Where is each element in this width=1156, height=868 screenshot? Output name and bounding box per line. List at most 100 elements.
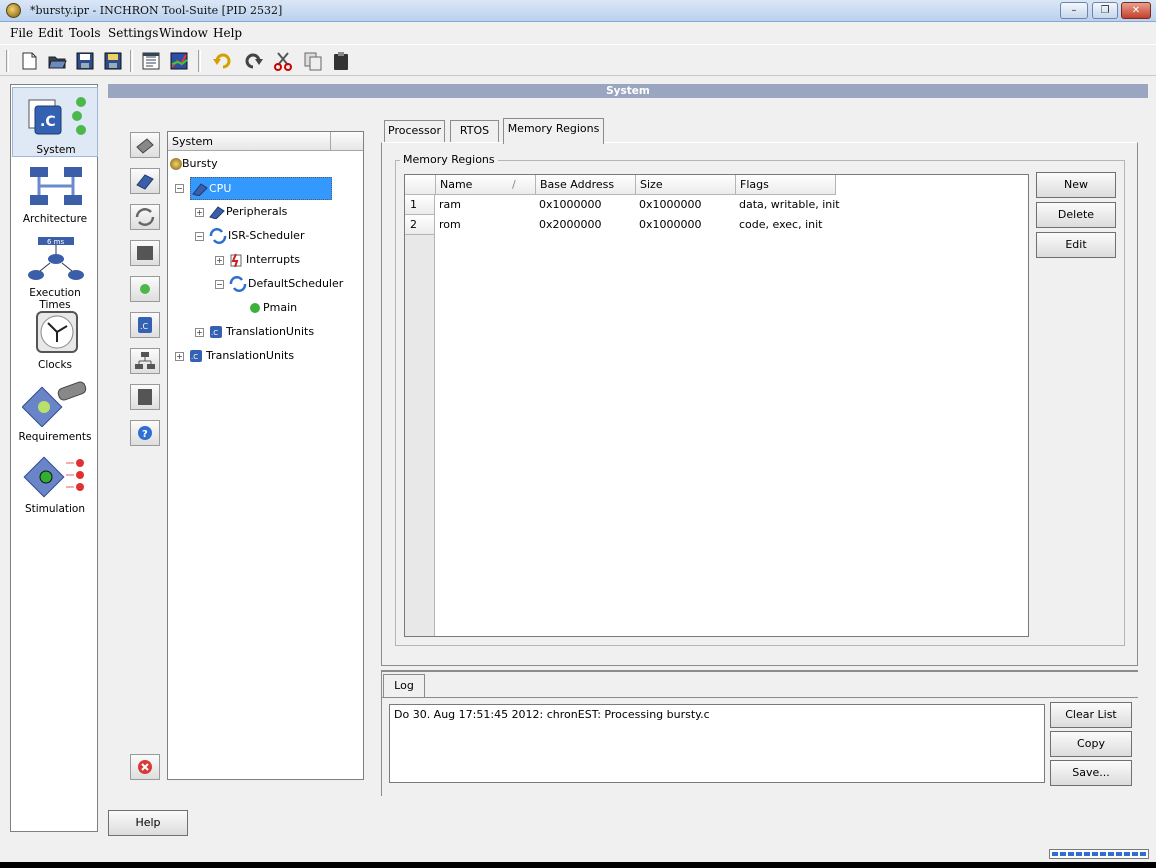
architecture-icon bbox=[30, 167, 82, 205]
outline-label: Clocks bbox=[38, 359, 72, 371]
collapse-icon[interactable]: − bbox=[175, 184, 184, 193]
clock-icon bbox=[36, 311, 78, 353]
properties-icon[interactable] bbox=[140, 50, 162, 72]
row-index[interactable]: 1 bbox=[405, 195, 435, 215]
delete-button[interactable]: Delete bbox=[1036, 202, 1116, 228]
tree-node-peripherals[interactable]: Peripherals bbox=[208, 201, 287, 223]
outline-architecture[interactable]: Architecture bbox=[12, 161, 98, 231]
save-icon[interactable] bbox=[74, 50, 96, 72]
undo-icon[interactable] bbox=[210, 50, 232, 72]
tree-node-cpu[interactable]: CPU bbox=[190, 177, 332, 200]
tree-node-translation-units[interactable]: .C TranslationUnits bbox=[188, 345, 294, 367]
tab-log[interactable]: Log bbox=[383, 674, 425, 698]
system-icon: .C bbox=[28, 97, 86, 135]
translation-unit-icon: .C bbox=[210, 326, 222, 338]
redo-icon[interactable] bbox=[244, 50, 266, 72]
delete-icon[interactable] bbox=[130, 754, 160, 780]
menu-file[interactable]: File bbox=[10, 26, 33, 40]
paste-icon[interactable] bbox=[330, 50, 352, 72]
chart-icon[interactable] bbox=[168, 50, 190, 72]
close-button[interactable]: ✕ bbox=[1121, 2, 1151, 19]
add-network-icon[interactable] bbox=[130, 348, 160, 374]
menu-help[interactable]: Help bbox=[213, 26, 242, 40]
cell-base-address[interactable]: 0x1000000 bbox=[539, 195, 602, 215]
edit-button[interactable]: Edit bbox=[1036, 232, 1116, 258]
expand-icon[interactable]: + bbox=[195, 208, 204, 217]
tree-node-interrupts[interactable]: Interrupts bbox=[228, 249, 300, 271]
menu-tools[interactable]: Tools bbox=[69, 26, 101, 40]
scheduler-icon bbox=[209, 228, 227, 244]
window-title: *bursty.ipr - INCHRON Tool-Suite [PID 25… bbox=[30, 4, 283, 17]
help-button[interactable]: Help bbox=[108, 810, 188, 836]
svg-text:.C: .C bbox=[211, 329, 218, 337]
outline-system[interactable]: .C System bbox=[12, 87, 98, 157]
cell-flags[interactable]: code, exec, init bbox=[739, 215, 822, 235]
help-icon[interactable]: ? bbox=[130, 420, 160, 446]
cell-base-address[interactable]: 0x2000000 bbox=[539, 215, 602, 235]
add-translation-unit-icon[interactable]: .C bbox=[130, 312, 160, 338]
copy-icon[interactable] bbox=[302, 50, 324, 72]
tab-processor[interactable]: Processor bbox=[384, 120, 445, 142]
tree-node-pmain[interactable]: Pmain bbox=[250, 297, 297, 319]
row-index[interactable]: 2 bbox=[405, 215, 435, 235]
cut-icon[interactable] bbox=[272, 50, 294, 72]
column-divider bbox=[330, 132, 331, 151]
outline-execution-times[interactable]: 6 ms Execution Times bbox=[12, 233, 98, 311]
column-header-flags[interactable]: Flags bbox=[736, 175, 836, 195]
restore-button[interactable]: ❐ bbox=[1092, 2, 1118, 19]
memory-regions-table[interactable]: Name / Base Address Size Flags 1 ram 0x10… bbox=[404, 174, 1029, 637]
peripheral-icon bbox=[209, 206, 225, 220]
cell-flags[interactable]: data, writable, init bbox=[739, 195, 840, 215]
scheduler-icon bbox=[229, 276, 247, 292]
expand-icon[interactable]: + bbox=[195, 328, 204, 337]
cpu-icon bbox=[192, 183, 208, 197]
cell-name[interactable]: ram bbox=[439, 195, 461, 215]
copy-button[interactable]: Copy bbox=[1050, 731, 1132, 757]
add-cpu-icon[interactable] bbox=[130, 168, 160, 194]
add-block-icon[interactable] bbox=[130, 240, 160, 266]
column-header-base-address[interactable]: Base Address bbox=[536, 175, 636, 195]
column-header-size[interactable]: Size bbox=[636, 175, 736, 195]
column-header-name[interactable]: Name / bbox=[436, 175, 536, 195]
menu-bar: File Edit Tools Settings Window Help bbox=[0, 23, 1156, 43]
tree-node-bursty[interactable]: Bursty bbox=[170, 153, 218, 175]
tree-node-translation-units[interactable]: .C TranslationUnits bbox=[208, 321, 314, 343]
add-memory-icon[interactable] bbox=[130, 384, 160, 410]
open-icon[interactable] bbox=[46, 50, 68, 72]
log-entry[interactable]: Do 30. Aug 17:51:45 2012: chronEST: Proc… bbox=[394, 708, 1040, 721]
tab-memory-regions[interactable]: Memory Regions bbox=[503, 118, 604, 144]
requirements-icon bbox=[22, 381, 87, 427]
expand-icon[interactable]: + bbox=[215, 256, 224, 265]
cell-size[interactable]: 0x1000000 bbox=[639, 215, 702, 235]
tree-header: System bbox=[168, 132, 363, 151]
clear-list-button[interactable]: Clear List bbox=[1050, 702, 1132, 728]
outline-clocks[interactable]: Clocks bbox=[12, 305, 98, 375]
progress-indicator bbox=[1049, 849, 1149, 859]
menu-edit[interactable]: Edit bbox=[38, 26, 63, 40]
log-list[interactable]: Do 30. Aug 17:51:45 2012: chronEST: Proc… bbox=[389, 704, 1045, 783]
save-all-icon[interactable] bbox=[102, 50, 124, 72]
cell-name[interactable]: rom bbox=[439, 215, 461, 235]
exec-badge-text: 6 ms bbox=[47, 238, 64, 246]
add-scheduler-icon[interactable] bbox=[130, 204, 160, 230]
collapse-icon[interactable]: − bbox=[195, 232, 204, 241]
toolbar-separator bbox=[198, 50, 201, 72]
cell-size[interactable]: 0x1000000 bbox=[639, 195, 702, 215]
collapse-icon[interactable]: − bbox=[215, 280, 224, 289]
system-tree[interactable]: System Bursty − CPU + Peripherals − ISR-… bbox=[167, 131, 364, 780]
tree-node-isr-scheduler[interactable]: ISR-Scheduler bbox=[208, 225, 304, 247]
minimize-button[interactable]: – bbox=[1060, 2, 1088, 19]
new-button[interactable]: New bbox=[1036, 172, 1116, 198]
tab-rtos[interactable]: RTOS bbox=[450, 120, 499, 142]
tree-node-default-scheduler[interactable]: DefaultScheduler bbox=[228, 273, 343, 295]
outline-requirements[interactable]: Requirements bbox=[12, 377, 98, 447]
menu-window[interactable]: Window bbox=[159, 26, 208, 40]
progress-fill bbox=[1052, 852, 1146, 856]
add-component-icon[interactable] bbox=[130, 132, 160, 158]
expand-icon[interactable]: + bbox=[175, 352, 184, 361]
menu-settings[interactable]: Settings bbox=[108, 26, 158, 40]
new-icon[interactable] bbox=[18, 50, 40, 72]
outline-stimulation[interactable]: Stimulation bbox=[12, 449, 98, 519]
save-log-button[interactable]: Save... bbox=[1050, 760, 1132, 786]
add-process-icon[interactable] bbox=[130, 276, 160, 302]
